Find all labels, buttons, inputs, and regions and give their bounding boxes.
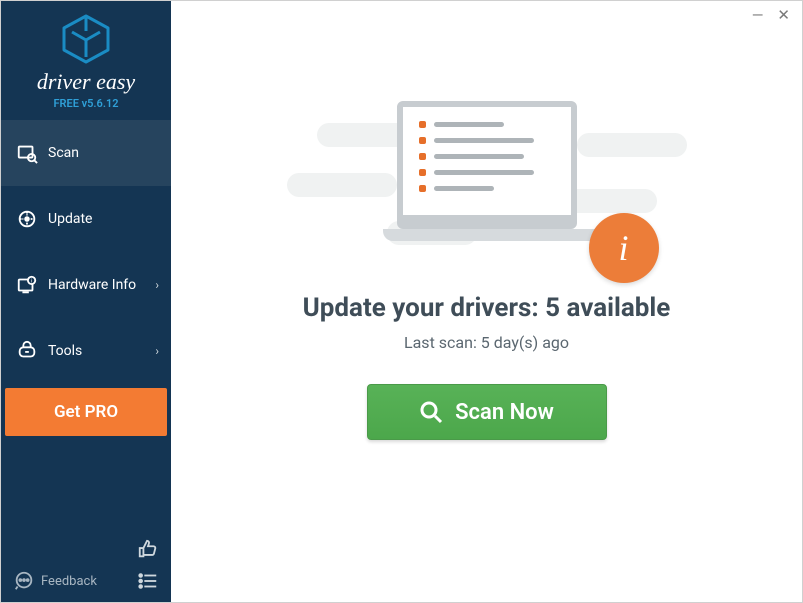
headline-suffix: available	[560, 293, 670, 323]
hardware-icon: i	[16, 274, 38, 296]
logo-icon	[58, 13, 114, 65]
feedback-label: Feedback	[41, 574, 97, 589]
sidebar-item-label: Tools	[48, 343, 82, 359]
search-icon	[419, 400, 443, 424]
svg-text:i: i	[31, 278, 32, 284]
feedback-button[interactable]: Feedback	[13, 570, 97, 592]
sidebar-item-label: Update	[48, 211, 92, 227]
sidebar-item-label: Scan	[48, 145, 79, 161]
laptop-icon	[383, 101, 591, 241]
sidebar-item-scan[interactable]: Scan	[1, 120, 171, 186]
scan-icon	[16, 142, 38, 164]
thumbs-up-icon[interactable]	[137, 538, 159, 560]
last-scan-text: Last scan: 5 day(s) ago	[404, 333, 569, 352]
close-icon[interactable]: ✕	[777, 6, 790, 24]
sidebar-item-hardware-info[interactable]: i Hardware Info ›	[1, 252, 171, 318]
sidebar-item-update[interactable]: Update	[1, 186, 171, 252]
logo-block: driver easy FREE v5.6.12	[1, 1, 171, 120]
main-pane: — ✕ i Update your drivers: 5 a	[171, 1, 802, 602]
chevron-right-icon: ›	[155, 344, 159, 358]
illustration: i	[317, 81, 657, 281]
brand-name: driver easy	[1, 69, 171, 95]
get-pro-button[interactable]: Get PRO	[5, 388, 167, 436]
info-badge-icon: i	[589, 213, 659, 283]
sidebar: driver easy FREE v5.6.12 Scan Update i H…	[1, 1, 171, 602]
chevron-right-icon: ›	[155, 278, 159, 292]
headline: Update your drivers: 5 available	[303, 293, 671, 323]
hero: i Update your drivers: 5 available Last …	[171, 29, 802, 602]
window-titlebar: — ✕	[171, 1, 802, 29]
tools-icon	[16, 340, 38, 362]
headline-prefix: Update your drivers:	[303, 293, 545, 323]
available-count: 5	[545, 293, 560, 323]
get-pro-label: Get PRO	[54, 402, 118, 422]
sidebar-spacer	[1, 440, 171, 538]
sidebar-item-label: Hardware Info	[48, 277, 136, 293]
scan-now-label: Scan Now	[455, 400, 554, 425]
update-icon	[16, 208, 38, 230]
sidebar-footer: Feedback	[1, 560, 171, 602]
minimize-icon[interactable]: —	[752, 6, 764, 24]
scan-now-button[interactable]: Scan Now	[367, 384, 607, 440]
menu-icon[interactable]	[137, 570, 159, 592]
sidebar-item-tools[interactable]: Tools ›	[1, 318, 171, 384]
feedback-icon	[13, 570, 35, 592]
version-label: FREE v5.6.12	[1, 97, 171, 110]
